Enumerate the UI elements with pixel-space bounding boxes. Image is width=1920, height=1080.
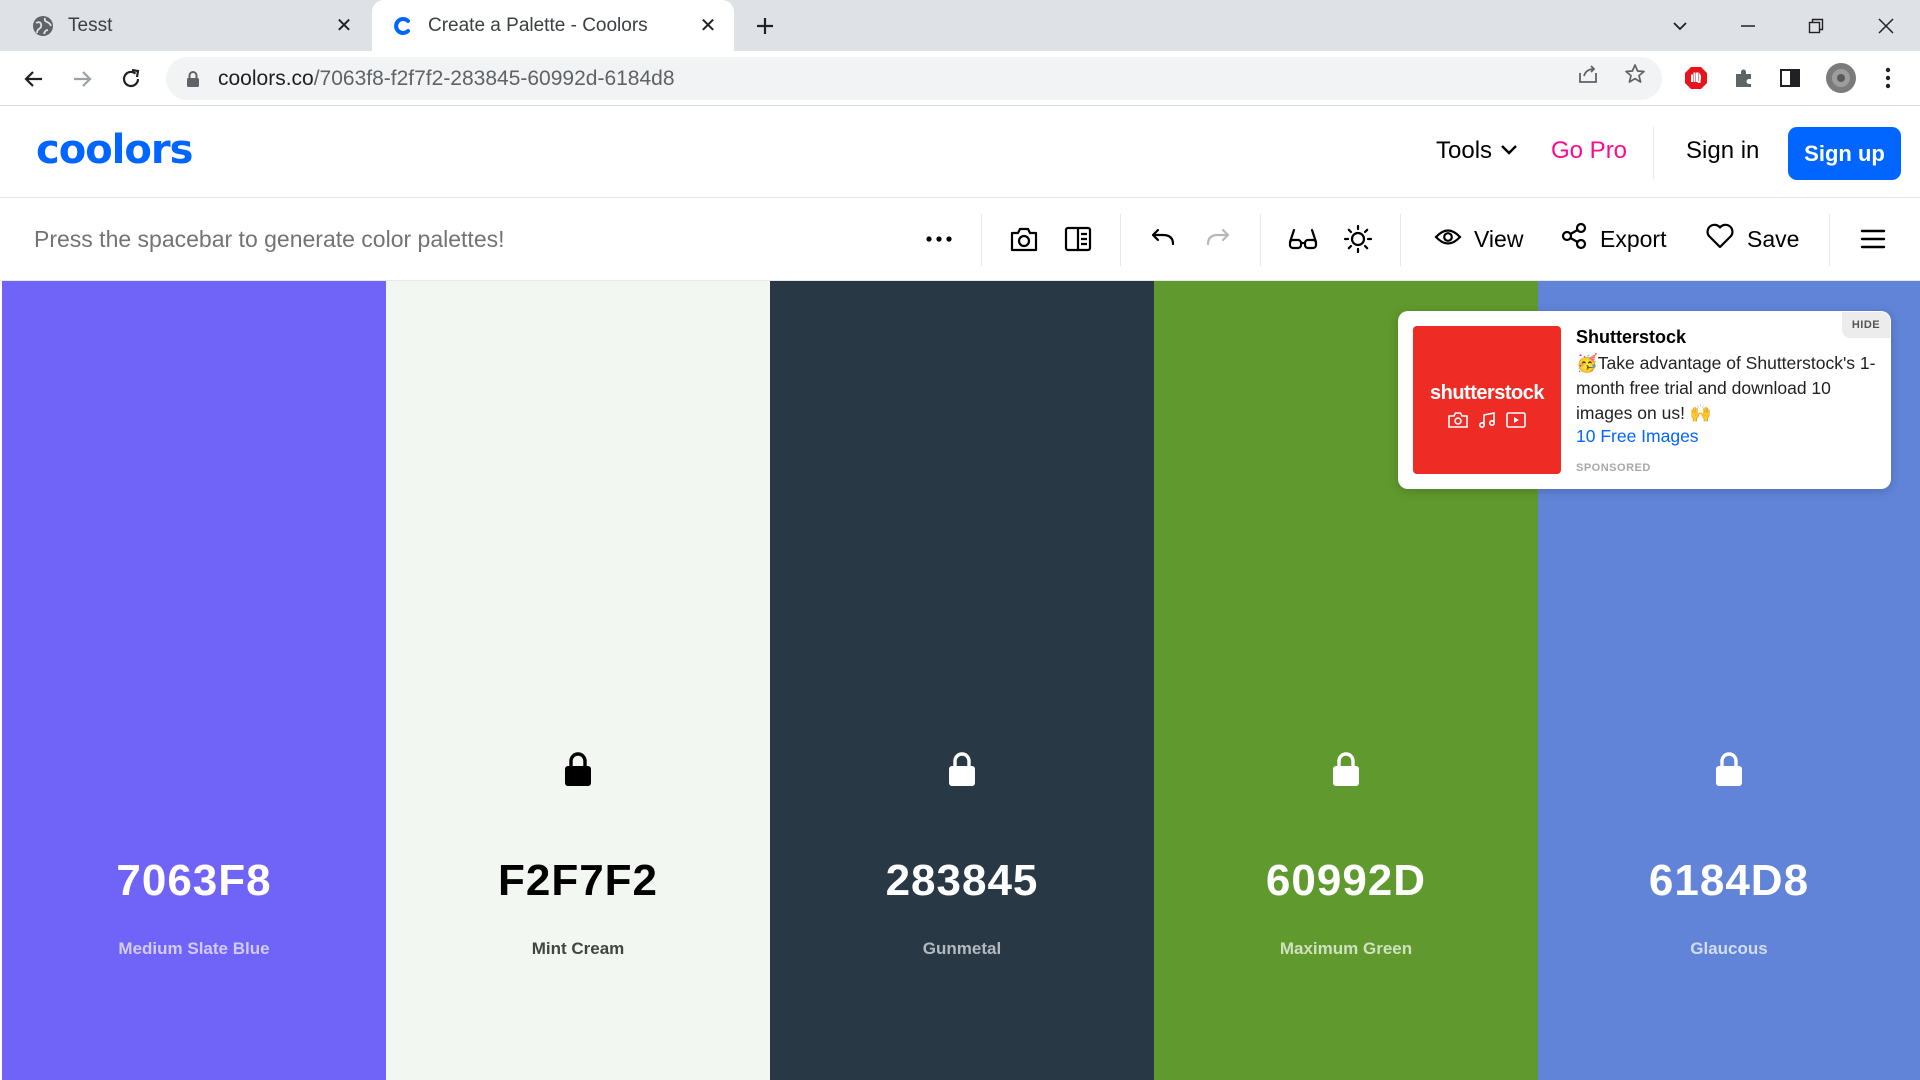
share-icon[interactable] xyxy=(1575,61,1601,87)
nav-divider xyxy=(1653,127,1654,179)
hex-code[interactable]: 7063F8 xyxy=(2,856,386,906)
color-name: Mint Cream xyxy=(531,939,625,958)
extensions-puzzle-icon[interactable] xyxy=(1730,64,1758,92)
chevron-down-icon xyxy=(1500,137,1518,165)
ad-text: Take advantage of Shutterstock's 1-month… xyxy=(1576,353,1876,423)
redo-icon[interactable] xyxy=(1201,222,1235,256)
media-icons xyxy=(1413,412,1561,433)
export-button[interactable]: Export xyxy=(1560,222,1666,256)
coolors-favicon-icon xyxy=(392,15,414,37)
sign-in-link[interactable]: Sign in xyxy=(1686,137,1759,165)
go-pro-link[interactable]: Go Pro xyxy=(1551,137,1627,165)
generator-toolbar: Press the spacebar to generate color pal… xyxy=(0,198,1920,281)
lock-icon[interactable] xyxy=(182,68,204,90)
sponsored-label: SPONSORED xyxy=(1576,462,1651,474)
browser-toolbar: coolors.co/7063f8-f2f7f2-283845-60992d-6… xyxy=(0,51,1920,106)
adblock-extension-icon[interactable] xyxy=(1682,64,1710,92)
minimize-icon[interactable] xyxy=(1730,8,1766,44)
forward-arrow-icon[interactable] xyxy=(66,63,98,95)
undo-icon[interactable] xyxy=(1146,222,1180,256)
color-swatch[interactable]: 7063F8 Medium Slate Blue xyxy=(2,281,386,1080)
tab-search-chevron-icon[interactable] xyxy=(1662,8,1698,44)
export-label: Export xyxy=(1600,225,1667,252)
chrome-menu-icon[interactable] xyxy=(1874,64,1902,92)
brightness-sun-icon[interactable] xyxy=(1341,222,1375,256)
new-tab-button[interactable] xyxy=(750,11,780,41)
video-play-icon xyxy=(1506,412,1526,433)
lock-icon[interactable] xyxy=(1331,751,1361,787)
address-bar[interactable]: coolors.co/7063f8-f2f7f2-283845-60992d-6… xyxy=(166,57,1662,100)
camera-icon[interactable] xyxy=(1007,222,1041,256)
save-label: Save xyxy=(1747,225,1800,252)
hex-code[interactable]: 6184D8 xyxy=(1538,856,1920,906)
tab-title: Create a Palette - Coolors xyxy=(428,14,648,36)
tools-menu[interactable]: Tools xyxy=(1436,137,1518,165)
lock-icon[interactable] xyxy=(563,751,593,787)
tools-label: Tools xyxy=(1436,137,1493,164)
lock-icon[interactable] xyxy=(1714,751,1744,787)
toolbar-divider xyxy=(1120,214,1121,266)
color-swatch[interactable]: F2F7F2 Mint Cream xyxy=(386,281,770,1080)
ad-title[interactable]: Shutterstock xyxy=(1576,327,1686,348)
more-options-icon[interactable] xyxy=(922,222,956,256)
toolbar-divider xyxy=(981,214,982,266)
color-name: Glaucous xyxy=(1690,939,1768,958)
toolbar-divider xyxy=(1829,214,1830,266)
close-tab-icon[interactable]: ✕ xyxy=(332,14,356,38)
tab-coolors[interactable]: Create a Palette - Coolors ✕ xyxy=(372,0,734,51)
back-arrow-icon[interactable] xyxy=(18,63,50,95)
party-emoji-icon: 🥳 xyxy=(1576,353,1598,373)
toolbar-divider xyxy=(1400,214,1401,266)
site-navbar: coolors Tools Go Pro Sign in Sign up xyxy=(0,107,1920,198)
ad-body: 🥳Take advantage of Shutterstock's 1-mont… xyxy=(1576,351,1878,426)
ad-cta-link[interactable]: 10 Free Images xyxy=(1576,426,1699,447)
shutterstock-logo: shutterstock xyxy=(1429,382,1545,404)
hex-code[interactable]: F2F7F2 xyxy=(386,856,770,906)
view-button[interactable]: View xyxy=(1434,222,1523,256)
toolbar-divider xyxy=(1260,214,1261,266)
color-name: Medium Slate Blue xyxy=(118,939,270,958)
color-name: Maximum Green xyxy=(1279,939,1413,958)
side-panel-icon[interactable] xyxy=(1776,64,1804,92)
reload-icon[interactable] xyxy=(115,63,147,95)
eye-icon xyxy=(1434,226,1462,253)
glasses-icon[interactable] xyxy=(1286,222,1320,256)
tab-title: Tesst xyxy=(68,14,113,36)
profile-avatar[interactable] xyxy=(1824,61,1858,95)
spacebar-hint: Press the spacebar to generate color pal… xyxy=(34,226,505,252)
hex-code[interactable]: 283845 xyxy=(770,856,1154,906)
hide-ad-button[interactable]: HIDE xyxy=(1842,312,1890,338)
browser-tab-strip: Tesst ✕ Create a Palette - Coolors ✕ xyxy=(0,0,1920,51)
url-path: /7063f8-f2f7f2-283845-60992d-6184d8 xyxy=(313,66,675,90)
restore-icon[interactable] xyxy=(1798,8,1834,44)
hamburger-menu-icon[interactable] xyxy=(1856,222,1890,256)
close-window-icon[interactable] xyxy=(1868,8,1904,44)
sponsored-ad-card[interactable]: shutterstock Shutterstock 🥳Take advantag… xyxy=(1398,311,1891,489)
lock-icon[interactable] xyxy=(947,751,977,787)
share-nodes-icon xyxy=(1560,222,1588,256)
bookmark-star-icon[interactable] xyxy=(1622,61,1648,87)
color-name: Gunmetal xyxy=(922,939,1002,958)
tab-tesst[interactable]: Tesst ✕ xyxy=(20,0,360,51)
globe-icon xyxy=(32,15,54,37)
close-tab-icon[interactable]: ✕ xyxy=(696,14,720,38)
color-swatch[interactable]: 283845 Gunmetal xyxy=(770,281,1154,1080)
music-note-icon xyxy=(1478,412,1496,433)
camera-icon xyxy=(1448,412,1468,433)
save-button[interactable]: Save xyxy=(1705,222,1799,256)
shutterstock-ad-image[interactable]: shutterstock xyxy=(1413,326,1561,474)
coolors-logo[interactable]: coolors xyxy=(36,127,193,173)
raised-hands-emoji-icon: 🙌 xyxy=(1689,403,1712,423)
heart-icon xyxy=(1705,223,1735,255)
view-label: View xyxy=(1474,225,1524,252)
side-view-icon[interactable] xyxy=(1061,222,1095,256)
sign-up-button[interactable]: Sign up xyxy=(1788,127,1901,180)
url-host: coolors.co xyxy=(218,66,314,90)
hex-code[interactable]: 60992D xyxy=(1154,856,1538,906)
